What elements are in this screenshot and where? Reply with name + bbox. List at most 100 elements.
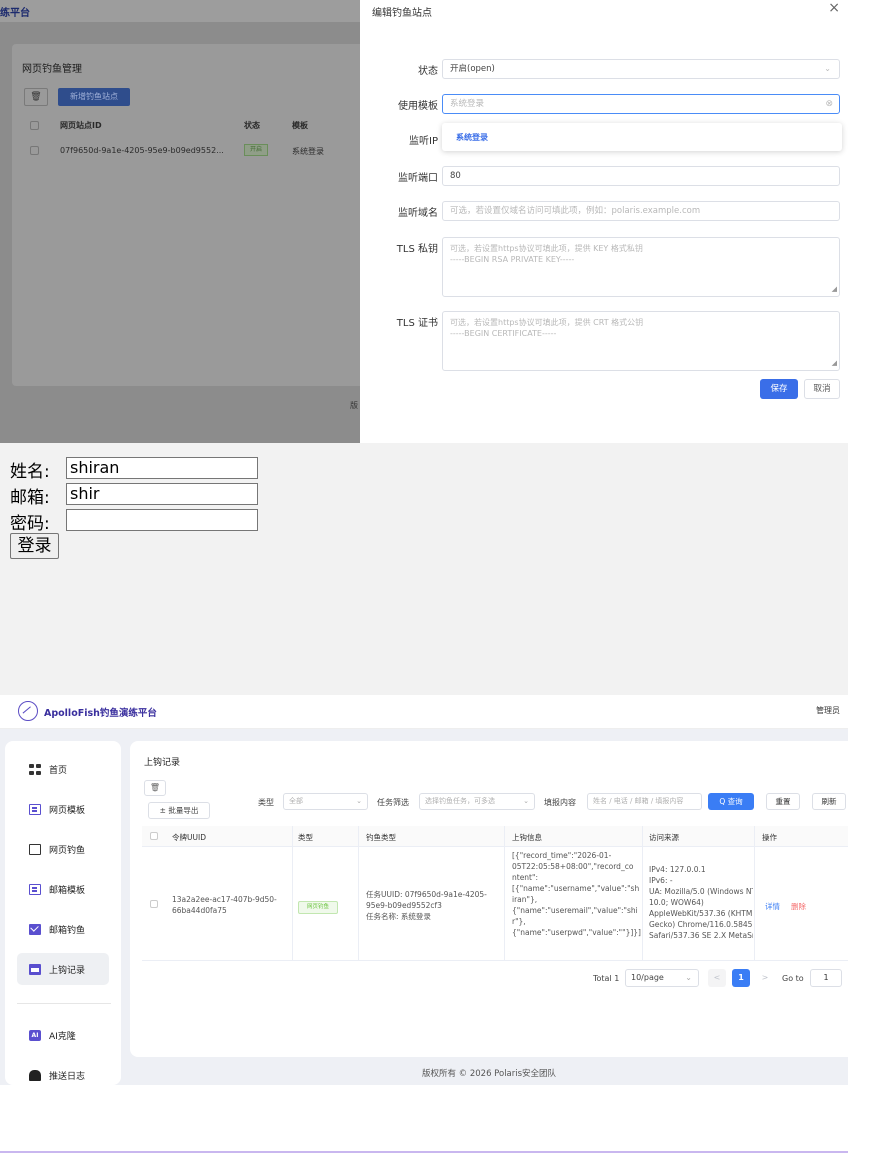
ip-label: 监听IP: [409, 136, 438, 147]
sidebar-item-ai-clone[interactable]: AI AI克隆: [17, 1019, 109, 1051]
tls-cert-textarea[interactable]: 可选，若设置https协议可填此项，提供 CRT 格式公钥 -----BEGIN…: [442, 311, 840, 371]
tls-key-placeholder-line1: 可选，若设置https协议可填此项，提供 KEY 格式私钥: [450, 244, 643, 253]
row-checkbox[interactable]: [150, 900, 158, 908]
batch-delete-button[interactable]: 🗑: [144, 780, 166, 796]
info-line: [{"record_time":"2026-01-: [512, 851, 612, 860]
row-hook-info: [{"record_time":"2026-01- 05T22:05:58+08…: [512, 850, 641, 938]
dropdown-option-system-login[interactable]: 系统登录: [456, 132, 488, 143]
background-row-id: 07f9650d-9a1e-4205-95e9-b09ed9552...: [60, 146, 224, 155]
tls-key-placeholder-line2: -----BEGIN RSA PRIVATE KEY-----: [450, 255, 575, 264]
sidebar-item-push-logs[interactable]: 推送日志: [17, 1059, 109, 1085]
reset-button[interactable]: 重置: [766, 793, 800, 810]
background-add-site-button[interactable]: 新增钓鱼站点: [58, 88, 130, 106]
sidebar-item-home[interactable]: 首页: [17, 753, 109, 785]
source-line: Gecko) Chrome/116.0.5845.97: [649, 920, 753, 929]
sidebar-item-email-phishing[interactable]: 邮箱钓鱼: [17, 913, 109, 945]
background-row-checkbox[interactable]: [30, 146, 39, 155]
close-icon[interactable]: ×: [828, 0, 840, 16]
source-line: Safari/537.36 SE 2.X MetaSr 1.0: [649, 931, 753, 940]
user-menu[interactable]: 管理员: [816, 705, 840, 716]
page-size-value: 10/page: [631, 973, 664, 982]
col-token-uuid: 令牌UUID: [172, 833, 206, 842]
sidebar-item-web-templates[interactable]: 网页模板: [17, 793, 109, 825]
sidebar-item-label: 邮箱钓鱼: [49, 926, 86, 936]
email-input[interactable]: shir: [66, 483, 258, 505]
sidebar-item-label: 上钩记录: [49, 966, 86, 976]
query-button[interactable]: Q 查询: [708, 793, 754, 810]
source-line: AppleWebKit/537.36 (KHTML, like: [649, 909, 753, 918]
login-button[interactable]: 登录: [10, 533, 59, 559]
calendar-icon: [29, 964, 41, 975]
background-topbar: [0, 0, 360, 22]
records-table: 令牌UUID 类型 钓鱼类型 上钩信息 访问来源 操作 13a2a2ee-ac1…: [142, 826, 848, 966]
row-phish-type: 任务UUID: 07f9650d-9a1e-4205- 95e9-b09ed95…: [366, 889, 487, 922]
tls-key-label: TLS 私钥: [396, 244, 438, 255]
row-uuid-line: 13a2a2ee-ac17-407b-9d50-: [172, 895, 277, 904]
info-line: [{"name":"username","value":"sh: [512, 884, 640, 893]
task-filter-select[interactable]: 选择钓鱼任务，可多选 ⌄: [419, 793, 535, 810]
top-header: ApolloFish钓鱼演练平台 管理员: [0, 695, 848, 729]
password-input[interactable]: [66, 509, 258, 531]
page-title: 上钩记录: [144, 758, 181, 768]
resize-handle-icon[interactable]: ◢: [832, 358, 837, 369]
bottom-divider: [0, 1151, 848, 1153]
chevron-down-icon: ⌄: [523, 797, 529, 805]
type-filter-label: 类型: [258, 798, 274, 807]
delete-link[interactable]: 删除: [791, 901, 806, 912]
next-page-button[interactable]: >: [756, 969, 774, 987]
col-actions: 操作: [762, 833, 777, 842]
cancel-button[interactable]: 取消: [804, 379, 840, 399]
table-header: 令牌UUID 类型 钓鱼类型 上钩信息 访问来源 操作: [142, 826, 848, 847]
document-icon: [29, 884, 41, 895]
monitor-icon: [29, 844, 41, 855]
info-line: 05T22:05:58+08:00","record_co: [512, 862, 634, 871]
chevron-down-icon: ⌄: [356, 797, 362, 805]
info-line: ntent":: [512, 873, 538, 882]
document-icon: [29, 804, 41, 815]
sidebar-item-label: 网页模板: [49, 806, 86, 816]
resize-handle-icon[interactable]: ◢: [832, 284, 837, 295]
background-delete-button[interactable]: 🗑: [24, 88, 48, 106]
page-size-select[interactable]: 10/page ⌄: [625, 969, 699, 987]
tls-key-textarea[interactable]: 可选，若设置https协议可填此项，提供 KEY 格式私钥 -----BEGIN…: [442, 237, 840, 297]
sidebar-item-email-templates[interactable]: 邮箱模板: [17, 873, 109, 905]
name-input[interactable]: shiran: [66, 457, 258, 479]
prev-page-button[interactable]: <: [708, 969, 726, 987]
batch-export-button[interactable]: ± 批量导出: [148, 802, 210, 819]
page-1-button[interactable]: 1: [732, 969, 750, 987]
clear-icon[interactable]: ⊗: [825, 95, 833, 113]
sidebar: 首页 网页模板 网页钓鱼 邮箱模板 邮箱钓鱼 上钩记录 AI AI克隆 推送日志: [5, 741, 121, 1085]
domain-label: 监听域名: [398, 208, 438, 219]
sidebar-item-label: 推送日志: [49, 1072, 86, 1082]
content-filter-input[interactable]: 姓名 / 电话 / 邮箱 / 填报内容: [587, 793, 702, 810]
platform-records-page: ApolloFish钓鱼演练平台 管理员 首页 网页模板 网页钓鱼 邮箱模板 邮…: [0, 695, 848, 1085]
source-line: UA: Mozilla/5.0 (Windows NT: [649, 887, 753, 896]
template-placeholder: 系统登录: [450, 99, 485, 109]
brand-name[interactable]: ApolloFish钓鱼演练平台: [44, 705, 157, 719]
row-uuid: 13a2a2ee-ac17-407b-9d50- 66ba44d0fa75: [172, 894, 277, 916]
sidebar-item-hook-records[interactable]: 上钩记录: [17, 953, 109, 985]
sidebar-item-web-phishing[interactable]: 网页钓鱼: [17, 833, 109, 865]
name-label: 姓名:: [10, 462, 50, 482]
template-select[interactable]: 系统登录 ⊗: [442, 94, 840, 114]
col-source: 访问来源: [649, 833, 679, 842]
table-row[interactable]: 13a2a2ee-ac17-407b-9d50- 66ba44d0fa75 网页…: [142, 847, 848, 961]
grid-icon: [29, 764, 41, 775]
background-header-checkbox[interactable]: [30, 121, 39, 130]
domain-input[interactable]: 可选，若设置仅域名访问可填此项，例如：polaris.example.com: [442, 201, 840, 221]
template-dropdown: 系统登录: [442, 123, 842, 151]
edit-site-modal: 编辑钓鱼站点 × 状态 开启(open) ⌄ 使用模板 系统登录 ⊗ 监听IP …: [360, 0, 848, 443]
goto-page-input[interactable]: 1: [810, 969, 842, 987]
save-button[interactable]: 保存: [760, 379, 798, 399]
refresh-button[interactable]: 刷新: [812, 793, 846, 810]
sidebar-divider: [17, 1003, 111, 1004]
detail-link[interactable]: 详情: [765, 901, 780, 912]
task-filter-label: 任务筛选: [377, 798, 409, 807]
status-label: 状态: [418, 66, 438, 77]
port-input[interactable]: 80: [442, 166, 840, 186]
type-filter-select[interactable]: 全部 ⌄: [283, 793, 368, 810]
status-select[interactable]: 开启(open) ⌄: [442, 59, 840, 79]
port-label: 监听端口: [398, 173, 438, 184]
select-all-checkbox[interactable]: [150, 832, 158, 840]
status-value: 开启(open): [450, 64, 495, 74]
